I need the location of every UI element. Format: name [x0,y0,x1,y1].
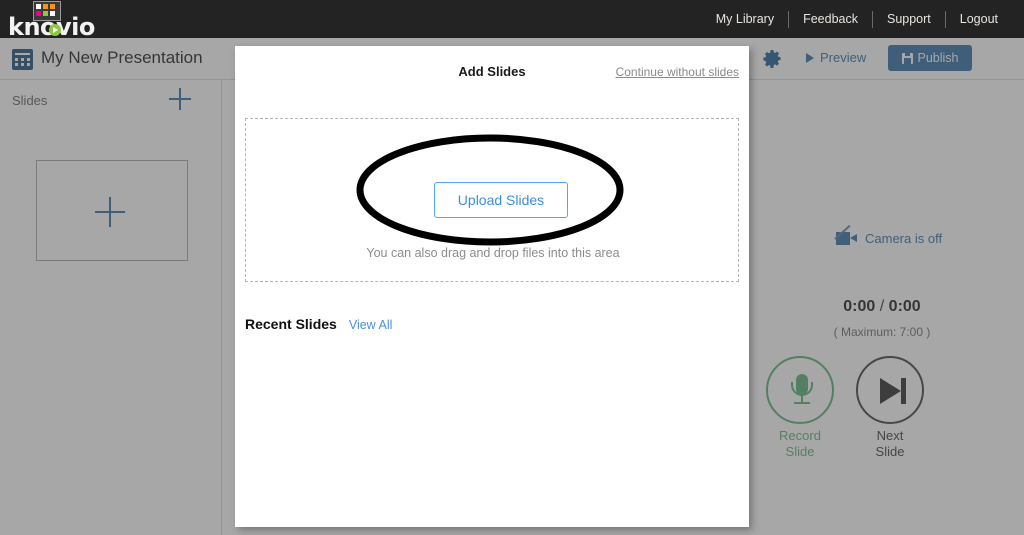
add-slides-modal: Add Slides Continue without slides Uploa… [235,46,749,527]
top-nav-links: My Library Feedback Support Logout [702,0,1012,38]
recent-slides-header: Recent Slides View All [245,316,392,332]
modal-header: Add Slides Continue without slides [235,46,749,94]
top-navigation-bar: knovio My Library Feedback Support Logou… [0,0,1024,39]
upload-slides-button[interactable]: Upload Slides [434,182,568,218]
app-root: My New Presentation Preview Publish Slid… [0,0,1024,535]
slides-dropzone[interactable]: Upload Slides You can also drag and drop… [245,118,739,282]
nav-my-library[interactable]: My Library [702,0,788,38]
nav-feedback[interactable]: Feedback [789,0,872,38]
nav-logout[interactable]: Logout [946,0,1012,38]
nav-support[interactable]: Support [873,0,945,38]
play-icon [49,24,61,36]
continue-without-slides-link[interactable]: Continue without slides [616,65,739,79]
view-all-link[interactable]: View All [349,318,393,332]
recent-slides-list [245,342,739,512]
knovio-logo[interactable]: knovio [8,0,104,39]
recent-slides-title: Recent Slides [245,316,337,332]
drop-hint-text: You can also drag and drop files into th… [366,246,620,260]
